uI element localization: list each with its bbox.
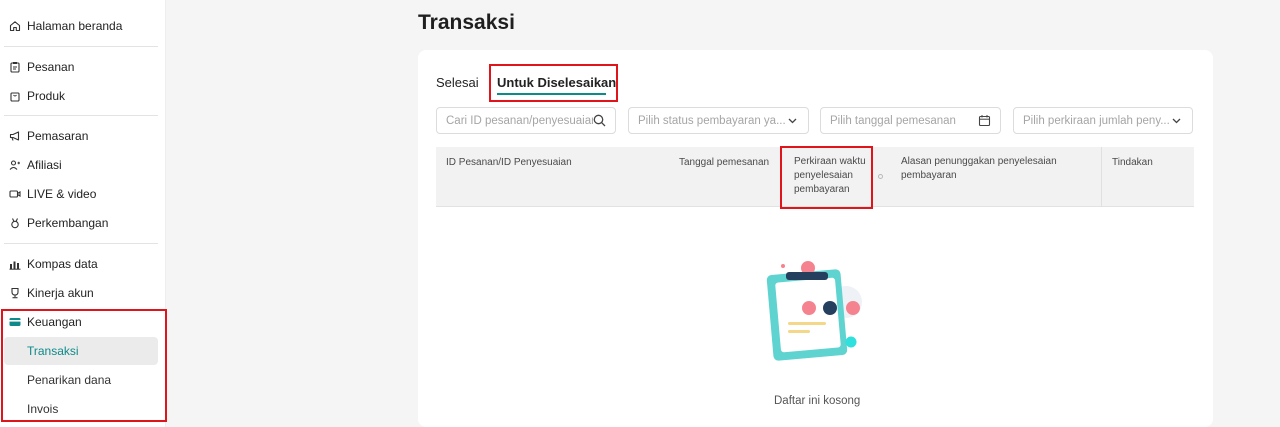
sidebar-item-label: Kinerja akun: [27, 285, 94, 300]
sidebar-item-afiliasi[interactable]: Afiliasi: [0, 150, 158, 179]
sidebar-subitem-transaksi[interactable]: Transaksi: [4, 337, 158, 365]
sidebar-item-kinerja-akun[interactable]: Kinerja akun: [0, 278, 158, 307]
sidebar-subitem-invois[interactable]: Invois: [4, 395, 158, 423]
tab-untuk-diselesaikan[interactable]: Untuk Diselesaikan: [497, 75, 616, 90]
estimated-amount-placeholder: Pilih perkiraan jumlah peny...: [1023, 114, 1170, 127]
video-icon: [9, 188, 21, 200]
tab-selesai[interactable]: Selesai: [436, 75, 479, 90]
sidebar-subitem-label: Transaksi: [27, 344, 79, 358]
empty-clipboard-illustration: [766, 261, 862, 361]
column-header-estimated-time: Perkiraan waktu penyelesaian pembayaran: [794, 156, 866, 195]
sidebar-item-label: Afiliasi: [27, 157, 62, 172]
sidebar-subitem-label: Penarikan dana: [27, 373, 112, 387]
sidebar-item-pesanan[interactable]: Pesanan: [0, 52, 158, 81]
order-date-placeholder: Pilih tanggal pemesanan: [830, 114, 956, 127]
sidebar-item-label: LIVE & video: [27, 186, 97, 201]
sidebar-item-label: Kompas data: [27, 256, 98, 271]
estimated-amount-select[interactable]: Pilih perkiraan jumlah peny...: [1013, 107, 1193, 134]
sidebar-divider: [4, 46, 158, 47]
sort-indicator-icon[interactable]: [878, 174, 883, 179]
users-icon: [9, 159, 21, 171]
sidebar-divider: [4, 115, 158, 116]
megaphone-icon: [9, 130, 21, 142]
column-header-order-date: Tanggal pemesanan: [679, 157, 770, 168]
chevron-down-icon: [1170, 114, 1183, 127]
order-date-picker[interactable]: Pilih tanggal pemesanan: [820, 107, 1001, 134]
sidebar-subitem-penarikan-dana[interactable]: Penarikan dana: [4, 366, 158, 394]
payment-status-placeholder: Pilih status pembayaran ya...: [638, 114, 786, 127]
active-tab-indicator: [497, 93, 606, 95]
empty-state-text: Daftar ini kosong: [774, 395, 861, 407]
bar-chart-icon: [9, 258, 21, 270]
column-header-pending-reason: Alasan penunggakan penyelesaian pembayar…: [901, 156, 1057, 181]
column-separator: [1101, 147, 1102, 207]
sidebar-item-label: Keuangan: [27, 314, 82, 329]
sidebar-item-kompas-data[interactable]: Kompas data: [0, 249, 158, 278]
sidebar-item-label: Pesanan: [27, 59, 75, 74]
search-input[interactable]: [446, 114, 593, 127]
sidebar-subitem-label: Invois: [27, 402, 59, 416]
sidebar-item-pemasaran[interactable]: Pemasaran: [0, 121, 158, 150]
sidebar-item-live-video[interactable]: LIVE & video: [0, 179, 158, 208]
home-icon: [9, 20, 21, 32]
payment-status-select[interactable]: Pilih status pembayaran ya...: [628, 107, 809, 134]
page-title: Transaksi: [418, 11, 515, 34]
sidebar-item-label: Perkembangan: [27, 215, 109, 230]
sidebar-item-label: Pemasaran: [27, 128, 89, 143]
sidebar-divider: [4, 243, 158, 244]
sidebar-item-halaman-beranda[interactable]: Halaman beranda: [0, 11, 158, 40]
sidebar-item-perkembangan[interactable]: Perkembangan: [0, 208, 158, 237]
chevron-down-icon: [786, 114, 799, 127]
search-field[interactable]: [436, 107, 616, 134]
calendar-icon: [978, 114, 991, 127]
sidebar-item-label: Halaman beranda: [27, 18, 123, 33]
sidebar-item-produk[interactable]: Produk: [0, 81, 158, 110]
search-icon[interactable]: [593, 114, 606, 127]
trophy-icon: [9, 287, 21, 299]
bag-icon: [9, 90, 21, 102]
sidebar-item-keuangan[interactable]: Keuangan: [0, 307, 158, 336]
sidebar: Halaman beranda Pesanan Produk Pemasaran…: [0, 0, 166, 427]
sidebar-item-label: Produk: [27, 88, 66, 103]
clipboard-icon: [9, 61, 21, 73]
column-header-actions: Tindakan: [1112, 157, 1153, 168]
column-header-order-id: ID Pesanan/ID Penyesuaian: [446, 157, 572, 168]
wallet-icon: [9, 316, 21, 328]
medal-icon: [9, 217, 21, 229]
